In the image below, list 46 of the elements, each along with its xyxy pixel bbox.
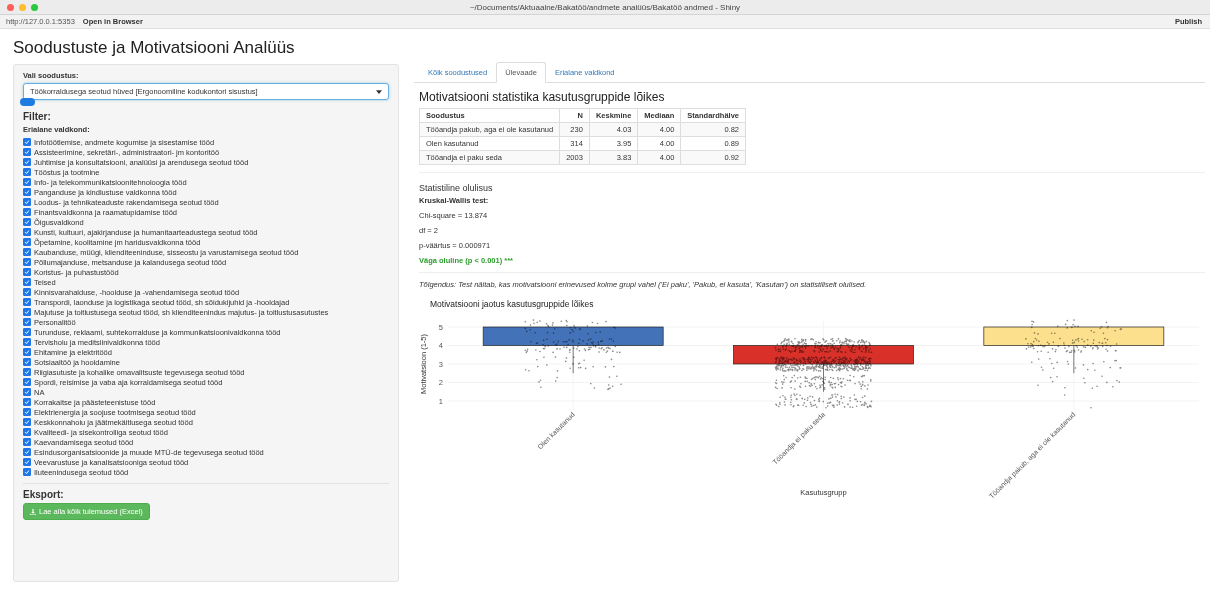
checkbox[interactable] [23,168,31,176]
checkbox[interactable] [23,318,31,326]
checkbox[interactable] [23,368,31,376]
filter-heading: Filter: [23,111,52,122]
checkbox[interactable] [23,468,31,476]
download-icon [30,508,36,515]
significance-heading: Statistiline olulisus [419,183,494,193]
close-window-icon[interactable] [7,3,14,11]
checkbox[interactable] [23,228,31,236]
checkbox[interactable] [23,268,31,276]
checkbox[interactable] [23,398,31,406]
export-heading: Eksport: [23,489,65,500]
window-title: ~/Documents/Aktuaalne/Bakatöö/andmete analüüs/Bakatöö andmed - Shiny [469,2,741,12]
checkbox[interactable] [23,288,31,296]
checkbox[interactable] [23,458,31,466]
section-title: Motivatsiooni statistika kasutusgruppide lõikes [419,90,666,104]
checkbox[interactable] [23,308,31,316]
checkbox[interactable] [23,278,31,286]
checkbox[interactable] [23,378,31,386]
checkbox[interactable] [23,198,31,206]
checkbox[interactable] [23,328,31,336]
checkbox[interactable] [23,208,31,216]
checkbox[interactable] [23,358,31,366]
checkbox[interactable] [23,298,31,306]
maximize-window-icon[interactable] [31,3,38,11]
checkbox[interactable] [23,418,31,426]
checkbox[interactable] [23,448,31,456]
handle-icon[interactable] [20,98,35,106]
checkbox[interactable] [23,348,31,356]
chart-title: Motivatsiooni jaotus kasutusgruppide lõikes [430,299,594,309]
checkbox[interactable] [23,388,31,396]
checkbox[interactable] [23,158,31,166]
checkbox[interactable] [23,338,31,346]
page-title: Soodustuste ja Motivatsiooni Analüüs [13,38,296,58]
caret-icon [376,89,382,94]
checkbox[interactable] [23,138,31,146]
checkbox[interactable] [23,408,31,416]
checkbox[interactable] [23,248,31,256]
checkbox[interactable] [23,188,31,196]
checkbox[interactable] [23,428,31,436]
checkbox[interactable] [23,258,31,266]
checkbox[interactable] [23,218,31,226]
checkbox[interactable] [23,438,31,446]
checkbox[interactable] [23,178,31,186]
checkbox[interactable] [23,148,31,156]
checkbox[interactable] [23,238,31,246]
